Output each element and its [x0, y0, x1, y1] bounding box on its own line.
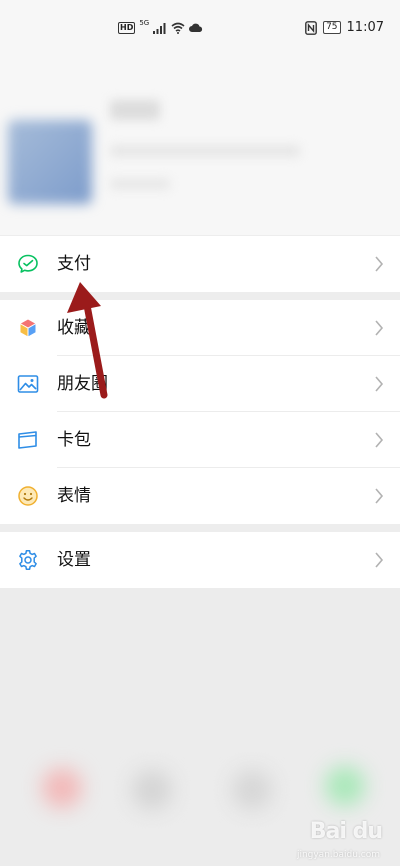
- payment-group: 支付: [0, 236, 400, 292]
- signal-icon: [153, 23, 166, 34]
- profile-name-blur: [110, 100, 160, 120]
- tab-chats-blur[interactable]: [42, 768, 82, 808]
- menu-label-moments: 朋友圈: [57, 374, 108, 394]
- menu-item-cards[interactable]: 卡包: [0, 412, 400, 468]
- menu-item-favorites[interactable]: 收藏: [0, 300, 400, 356]
- tab-discover-blur[interactable]: [232, 770, 272, 810]
- features-group: 收藏 朋友圈 卡包 表情: [0, 300, 400, 524]
- chevron-right-icon: [375, 552, 384, 568]
- profile-header[interactable]: [0, 60, 400, 235]
- status-right-icons: 75 11:07: [305, 20, 384, 35]
- profile-id-blur: [110, 145, 300, 157]
- payment-icon: [18, 254, 38, 273]
- smiley-icon: [18, 486, 38, 506]
- chevron-right-icon: [375, 256, 384, 272]
- battery-icon: 75: [323, 21, 341, 34]
- status-left-icons: HD 5G: [118, 19, 203, 34]
- tab-contacts-blur[interactable]: [132, 770, 172, 810]
- gear-icon: [19, 550, 37, 570]
- chevron-right-icon: [375, 432, 384, 448]
- baidu-watermark-logo: Bai du: [309, 819, 383, 844]
- menu-item-moments[interactable]: 朋友圈: [0, 356, 400, 412]
- tab-me-blur[interactable]: [325, 766, 365, 806]
- menu-item-stickers[interactable]: 表情: [0, 468, 400, 524]
- hd-icon: HD: [118, 22, 136, 34]
- avatar[interactable]: [8, 120, 92, 204]
- cloud-icon: [189, 23, 203, 32]
- menu-label-settings: 设置: [57, 550, 91, 570]
- chevron-right-icon: [375, 376, 384, 392]
- menu-label-cards: 卡包: [57, 430, 91, 450]
- chevron-right-icon: [375, 488, 384, 504]
- menu-label-payment: 支付: [57, 254, 91, 274]
- chevron-right-icon: [375, 320, 384, 336]
- menu-item-settings[interactable]: 设置: [0, 532, 400, 588]
- card-wallet-icon: [18, 431, 37, 449]
- status-bar: HD 5G 75 11:07: [0, 0, 400, 60]
- menu-label-favorites: 收藏: [57, 318, 91, 338]
- settings-group: 设置: [0, 532, 400, 588]
- profile-status-blur: [110, 178, 170, 190]
- menu-label-stickers: 表情: [57, 486, 91, 506]
- nfc-icon: [305, 20, 317, 35]
- network-type-label: 5G: [139, 19, 150, 27]
- clock-time: 11:07: [346, 20, 384, 35]
- menu-item-payment[interactable]: 支付: [0, 236, 400, 292]
- baidu-watermark-url: jingyan.baidu.com: [296, 850, 380, 860]
- moments-image-icon: [17, 375, 39, 393]
- favorites-cube-icon: [19, 318, 37, 338]
- wifi-icon: [171, 22, 185, 34]
